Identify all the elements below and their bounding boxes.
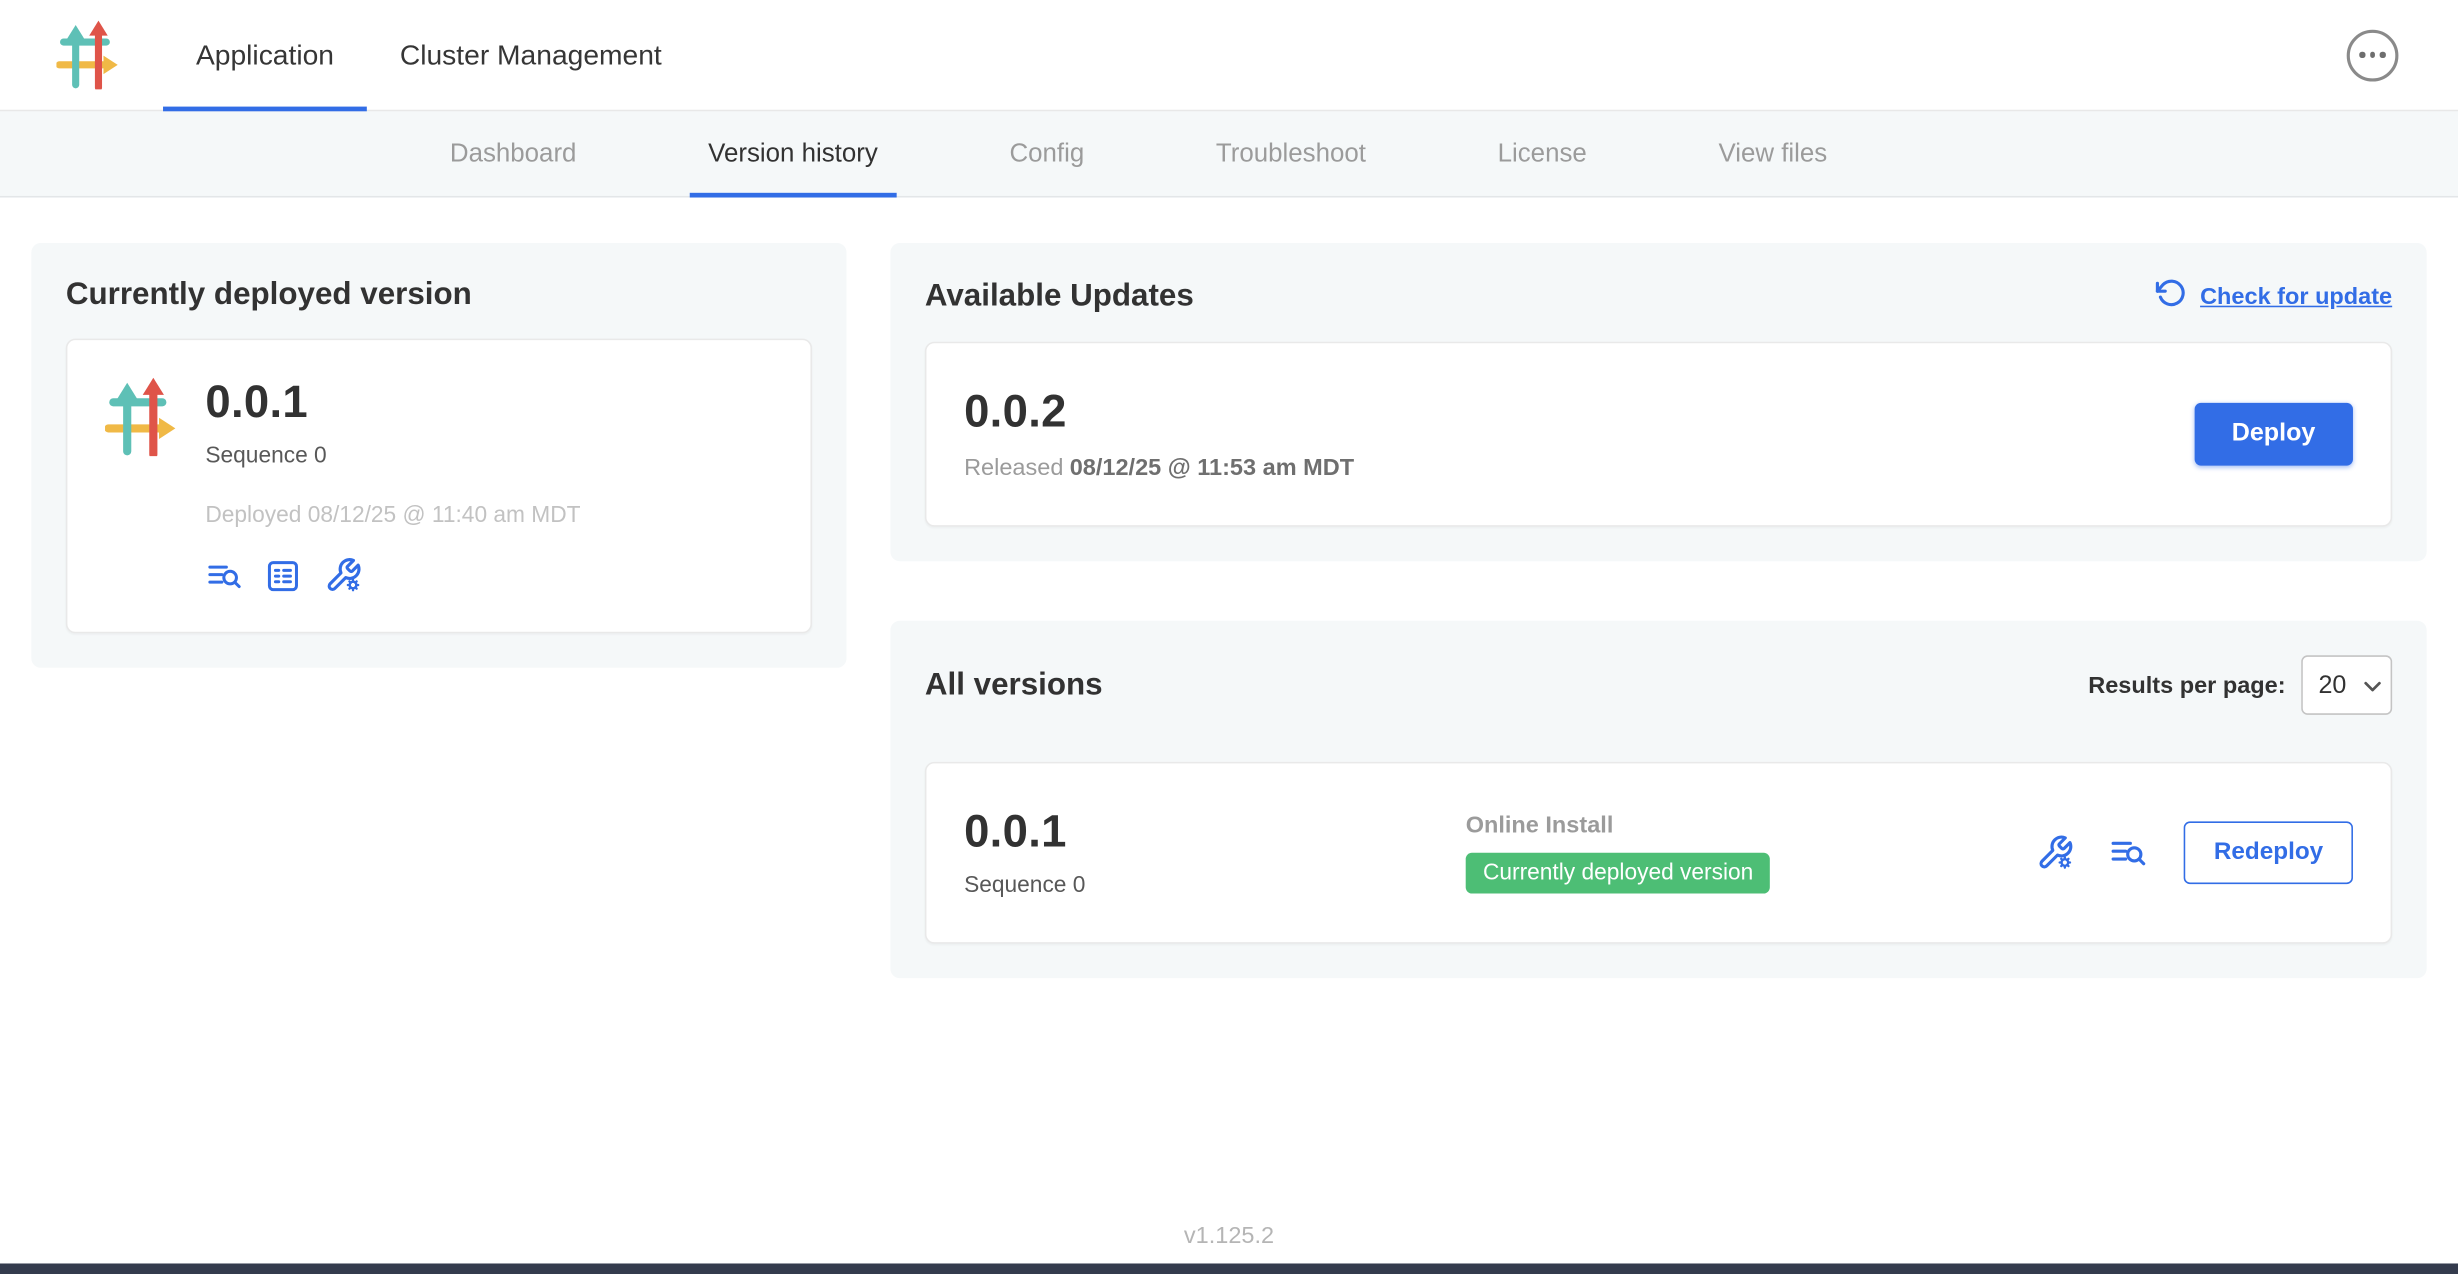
refresh-icon[interactable]: [2156, 277, 2187, 316]
tab-view-files[interactable]: View files: [1700, 111, 1846, 196]
screen: Application Cluster Management Dashboard…: [0, 0, 2458, 1274]
tab-application[interactable]: Application: [163, 0, 367, 110]
top-header: Application Cluster Management: [0, 0, 2458, 111]
footer-bar: [0, 1263, 2458, 1274]
deploy-button[interactable]: Deploy: [2194, 403, 2353, 466]
current-version-title: Currently deployed version: [66, 277, 812, 313]
main-tabs: Application Cluster Management: [163, 0, 695, 110]
currently-deployed-badge: Currently deployed version: [1466, 853, 1771, 894]
preflight-checks-icon[interactable]: [265, 557, 301, 593]
app-logo-icon: [105, 378, 177, 594]
app-subnav: Dashboard Version history Config Trouble…: [0, 111, 2458, 197]
row-version-number: 0.0.1: [964, 807, 1466, 859]
tab-troubleshoot[interactable]: Troubleshoot: [1197, 111, 1385, 196]
admin-console: Application Cluster Management Dashboard…: [0, 0, 2458, 1274]
edit-config-icon[interactable]: [324, 556, 362, 594]
ellipsis-icon: [2360, 52, 2365, 57]
tab-dashboard[interactable]: Dashboard: [431, 111, 595, 196]
more-options-button[interactable]: [2347, 29, 2399, 81]
current-version-panel: Currently deployed version: [31, 243, 846, 668]
deployment-logs-icon[interactable]: [205, 557, 241, 593]
page-size-select[interactable]: 20: [2301, 655, 2392, 715]
tab-version-history[interactable]: Version history: [689, 111, 896, 196]
deployment-logs-icon[interactable]: [2109, 834, 2147, 872]
current-version-deployed-date: Deployed 08/12/25 @ 11:40 am MDT: [205, 503, 580, 528]
update-released-date: 08/12/25 @ 11:53 am MDT: [1070, 455, 1354, 482]
results-per-page-label: Results per page:: [2088, 672, 2285, 699]
all-versions-title: All versions: [925, 667, 1103, 703]
available-update-card: 0.0.2 Released08/12/25 @ 11:53 am MDT De…: [925, 342, 2392, 527]
check-for-update-link[interactable]: Check for update: [2200, 284, 2392, 311]
all-versions-panel: All versions Results per page: 20: [890, 621, 2426, 978]
version-row-actions: Redeploy: [2037, 821, 2353, 884]
current-version-number: 0.0.1: [205, 378, 580, 430]
app-logo-icon: [56, 20, 119, 89]
main-content: Currently deployed version: [0, 198, 2458, 979]
update-version-number: 0.0.2: [964, 387, 1354, 439]
available-updates-title: Available Updates: [925, 279, 1194, 315]
version-row: 0.0.1 Sequence 0 Online Install Currentl…: [925, 762, 2392, 944]
current-version-actions: [205, 556, 580, 594]
install-type-label: Online Install: [1466, 812, 2037, 839]
redeploy-button[interactable]: Redeploy: [2184, 821, 2353, 884]
current-version-sequence: Sequence 0: [205, 444, 580, 469]
row-version-sequence: Sequence 0: [964, 873, 1466, 898]
console-build-version: v1.125.2: [0, 1223, 2458, 1250]
tab-license[interactable]: License: [1479, 111, 1606, 196]
tab-config[interactable]: Config: [991, 111, 1103, 196]
current-version-card: 0.0.1 Sequence 0 Deployed 08/12/25 @ 11:…: [66, 339, 812, 634]
update-released-line: Released08/12/25 @ 11:53 am MDT: [964, 455, 1354, 482]
check-for-update: Check for update: [2156, 277, 2392, 316]
edit-config-icon[interactable]: [2037, 834, 2075, 872]
tab-cluster-management[interactable]: Cluster Management: [367, 0, 695, 110]
results-per-page: Results per page: 20: [2088, 655, 2392, 715]
available-updates-panel: Available Updates Check for update: [890, 243, 2426, 561]
